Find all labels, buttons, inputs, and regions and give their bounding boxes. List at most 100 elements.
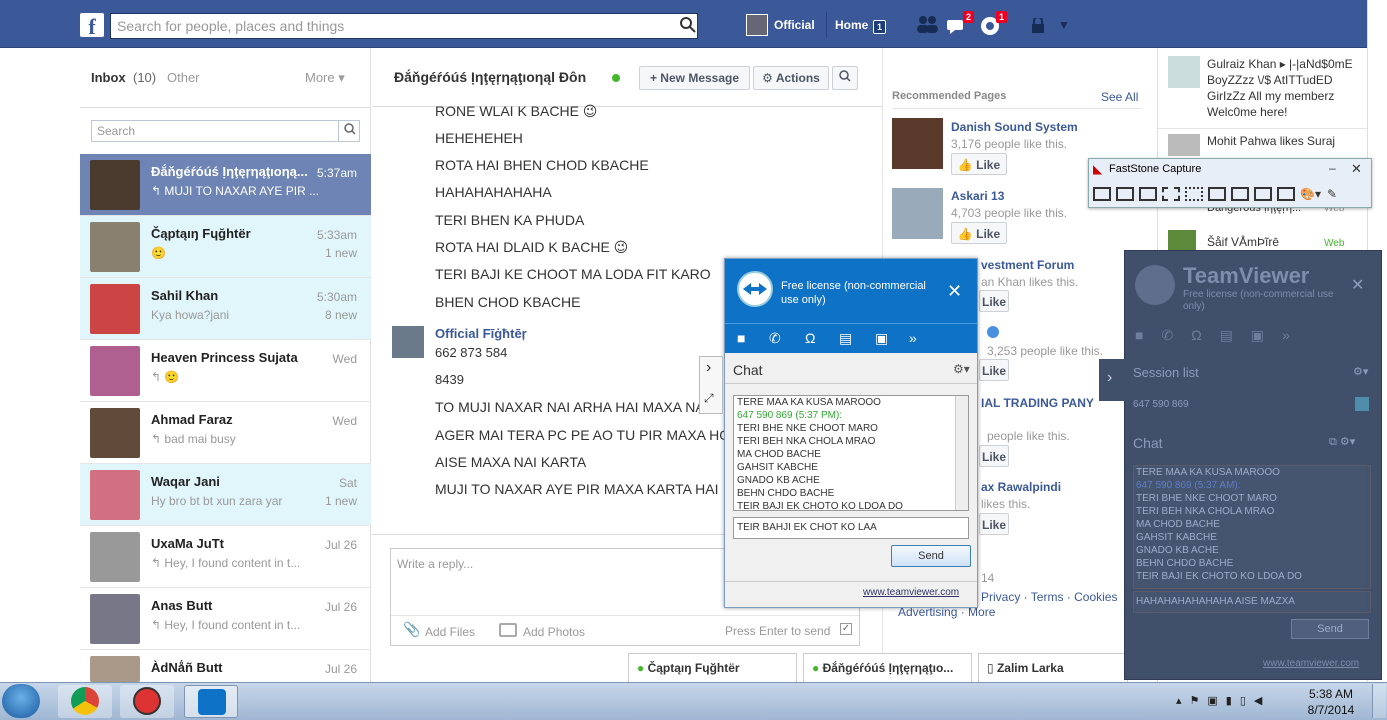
expand-arrows-icon[interactable]: ⤢: [704, 391, 714, 406]
camera-icon[interactable]: [499, 623, 517, 637]
minimize-icon[interactable]: –: [1329, 161, 1336, 175]
chat-log-scrollbar[interactable]: [955, 396, 968, 510]
capture-fixed-region-icon[interactable]: [1254, 187, 1272, 201]
press-enter-checkbox[interactable]: ✓: [840, 623, 852, 635]
capture-window-icon[interactable]: [1116, 187, 1134, 201]
search-icon[interactable]: [338, 120, 360, 142]
inbox-search-input[interactable]: Search: [91, 120, 360, 142]
capture-object-icon[interactable]: [1139, 187, 1157, 201]
avatar[interactable]: [1168, 134, 1200, 156]
like-button[interactable]: Like: [979, 445, 1009, 467]
conversation-item[interactable]: Waqar Jani Hy bro bt bt xun zara yar Sat…: [80, 464, 371, 526]
page-name[interactable]: Askari 13: [951, 189, 1004, 203]
page-thumbnail[interactable]: [892, 118, 943, 169]
chat-contact-name[interactable]: Šåif VÅmÞĩrē: [1207, 235, 1279, 249]
capture-fullscreen-icon[interactable]: [1208, 187, 1226, 201]
session-icon[interactable]: [1355, 397, 1369, 411]
chat-log[interactable]: TERE MAA KA KUSA MAROOO 647 590 869 (5:3…: [733, 395, 969, 511]
chat-tab[interactable]: ● Čąptąıŋ Fɥğhtër: [628, 653, 797, 683]
close-icon[interactable]: ✕: [1351, 275, 1364, 295]
footer-links[interactable]: Privacy · Terms · Cookies: [981, 590, 1117, 604]
chat-icon[interactable]: ▤: [1220, 327, 1233, 344]
page-name[interactable]: vestment Forum: [981, 258, 1074, 272]
send-button[interactable]: Send: [1291, 619, 1369, 639]
files-icon[interactable]: ▣: [1251, 327, 1264, 344]
taskbar-app-chrome[interactable]: [58, 685, 112, 718]
privacy-shortcuts-icon[interactable]: [1030, 16, 1046, 37]
capture-region-icon[interactable]: [1162, 187, 1180, 201]
files-icon[interactable]: ▣: [875, 330, 888, 347]
clock-time[interactable]: 5:38 AM: [1306, 687, 1356, 701]
settings-gear-icon[interactable]: ⚙▾: [953, 362, 970, 376]
popout-icon[interactable]: ⧉ ⚙▾: [1329, 435, 1355, 449]
facebook-logo-icon[interactable]: f: [80, 13, 104, 39]
sender-name[interactable]: Official Fīġħtēŗ: [435, 326, 527, 341]
conversation-item[interactable]: Anas Butt ↰ Hey, I found content in t...…: [80, 588, 371, 650]
conversation-item[interactable]: ÀdNǻñ Butt Jul 26: [80, 650, 371, 682]
headset-icon[interactable]: Ω: [805, 330, 815, 346]
inbox-title[interactable]: Inbox: [91, 70, 126, 85]
avatar[interactable]: [1168, 230, 1196, 250]
chat-input[interactable]: TEIR BAHJI EK CHOT KO LAA: [733, 517, 969, 539]
video-icon[interactable]: ■: [1135, 327, 1143, 344]
headset-icon[interactable]: Ω: [1191, 327, 1201, 344]
actions-button[interactable]: ⚙ Actions: [753, 66, 829, 90]
teamviewer-link[interactable]: www.teamviewer.com: [863, 587, 959, 598]
side-panel-toggle[interactable]: ›: [1099, 359, 1125, 401]
chat-tab[interactable]: ▯ Zalim Larka: [978, 653, 1128, 683]
clock-date[interactable]: 8/7/2014: [1304, 703, 1358, 717]
conversation-item[interactable]: Ahmad Faraz ↰ bad mai busy Wed: [80, 402, 371, 464]
friend-requests-icon[interactable]: [916, 15, 938, 36]
chat-log[interactable]: TERE MAA KA KUSA MAROOO 647 590 869 (5:3…: [1133, 465, 1371, 589]
conversation-item[interactable]: UxaMa JuTt ↰ Hey, I found content in t..…: [80, 526, 371, 588]
conversation-title[interactable]: Đắňgéŕóúś Ịηţęŗηąţıoηąl Đôn: [394, 69, 586, 85]
home-link[interactable]: Home: [835, 18, 868, 32]
chat-tab[interactable]: ● Đắňgéŕóúś Ịηţęŗηąţıo...: [803, 653, 972, 683]
add-files-link[interactable]: Add Files: [425, 625, 475, 639]
phone-icon[interactable]: ✆: [769, 330, 781, 347]
capture-freehand-icon[interactable]: [1185, 187, 1203, 201]
like-button[interactable]: Like: [979, 359, 1009, 381]
conversation-item[interactable]: Đắňgéŕóúś Ịηţęŗηąţıoηą... ↰ MUJI TO NAXA…: [80, 154, 371, 216]
profile-link[interactable]: Official: [774, 18, 815, 32]
conversation-search-button[interactable]: [832, 66, 858, 90]
conversation-item[interactable]: Čąptąıŋ Fɥğhtër 🙂 5:33am 1 new: [80, 216, 371, 278]
avatar[interactable]: [392, 326, 424, 358]
search-icon[interactable]: [680, 17, 696, 33]
ticker-story[interactable]: Mohit Pahwa likes Suraj: [1207, 134, 1357, 148]
see-all-link[interactable]: See All: [1101, 90, 1138, 104]
system-tray-icons[interactable]: ▴⚑▣▮▯◀: [1176, 694, 1270, 707]
like-button[interactable]: 👍 Like: [951, 222, 1007, 244]
profile-avatar[interactable]: [746, 14, 768, 36]
more-dropdown[interactable]: More ▾: [305, 70, 345, 86]
video-icon[interactable]: ■: [737, 330, 745, 346]
page-name[interactable]: Danish Sound System: [951, 120, 1078, 134]
capture-scrolling-icon[interactable]: [1231, 187, 1249, 201]
start-button-icon[interactable]: [2, 684, 40, 718]
avatar[interactable]: [1168, 56, 1200, 88]
settings-icon[interactable]: ✎: [1327, 187, 1345, 201]
taskbar-app-screen-recorder[interactable]: [120, 685, 174, 718]
close-icon[interactable]: ✕: [947, 281, 962, 302]
phone-icon[interactable]: ✆: [1161, 327, 1173, 344]
teamviewer-link[interactable]: www.teamviewer.com: [1263, 658, 1359, 669]
send-button[interactable]: Send: [891, 545, 971, 567]
paperclip-icon[interactable]: 📎: [403, 621, 420, 638]
conversation-item[interactable]: Heaven Princess Sujata ↰ 🙂 Wed: [80, 340, 371, 402]
page-name[interactable]: IAL TRADING PANY: [981, 395, 1101, 411]
like-button[interactable]: Like: [979, 513, 1009, 535]
output-icon[interactable]: 🎨▾: [1300, 187, 1322, 201]
page-thumbnail[interactable]: [892, 188, 943, 239]
close-icon[interactable]: ✕: [1351, 161, 1362, 177]
add-photos-link[interactable]: Add Photos: [523, 625, 585, 639]
chevron-right-icon[interactable]: ›: [706, 359, 711, 377]
chat-input[interactable]: HAHAHAHAHAHAHA AISE MAZXA: [1133, 591, 1371, 613]
new-message-button[interactable]: + New Message: [639, 66, 750, 90]
chevron-right-icon[interactable]: ›: [1107, 369, 1112, 387]
like-button[interactable]: 👍 Like: [951, 153, 1007, 175]
settings-gear-icon[interactable]: ⚙▾: [1353, 365, 1368, 378]
screen-recorder-icon[interactable]: [1277, 187, 1295, 201]
account-menu-chevron-icon[interactable]: ▼: [1058, 18, 1070, 32]
expand-icon[interactable]: »: [1282, 327, 1290, 344]
side-panel-toggle[interactable]: › ⤢: [699, 356, 723, 414]
